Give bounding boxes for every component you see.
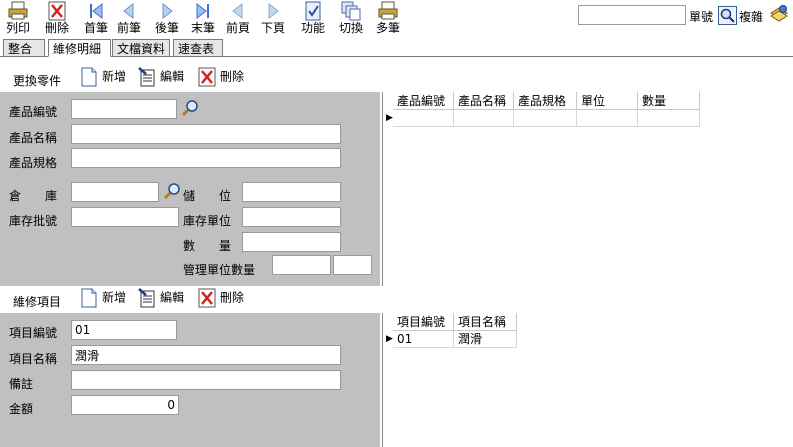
edit-icon (138, 288, 155, 308)
first-record-icon (90, 2, 103, 20)
batch-no-label: 庫存批號 (9, 214, 58, 228)
location-label: 儲 位 (183, 189, 232, 203)
item-name-label: 項目名稱 (9, 352, 58, 366)
remark-label: 備註 (9, 377, 34, 391)
current-row-marker-icon: ▶ (386, 113, 393, 123)
switch-button[interactable]: 切換 (337, 1, 365, 39)
copy-icon[interactable] (768, 3, 790, 25)
mgmt-unit-input[interactable] (333, 255, 372, 275)
warehouse-input[interactable] (71, 182, 159, 202)
product-lookup-icon[interactable] (180, 98, 200, 118)
parts-form-panel: 產品編號 產品名稱 產品規格 倉 庫 儲 位 庫存批號 庫存單位 數 量 管理單… (0, 92, 380, 286)
item-no-input[interactable] (71, 320, 177, 340)
items-section-title: 維修項目 (13, 295, 62, 309)
new-document-icon (81, 288, 97, 308)
function-icon (305, 1, 321, 21)
switch-icon (341, 1, 361, 21)
multi-record-icon (378, 1, 398, 20)
grid-cell[interactable]: 01 (393, 331, 454, 348)
mgmt-qty-input[interactable] (272, 255, 331, 275)
parts-section-title: 更換零件 (13, 74, 62, 88)
delete-icon (198, 67, 216, 87)
parts-edit-button[interactable]: 編輯 (138, 67, 184, 87)
prev-record-button[interactable]: 前筆 (115, 1, 143, 39)
next-record-button[interactable]: 後筆 (153, 1, 181, 39)
grid-cell[interactable] (638, 110, 700, 127)
grid-cell[interactable] (454, 110, 514, 127)
warehouse-label: 倉 庫 (9, 189, 58, 203)
print-icon (8, 1, 28, 20)
first-record-button[interactable]: 首筆 (82, 1, 110, 39)
prev-page-button[interactable]: 前頁 (224, 1, 252, 39)
grid-cell[interactable]: 潤滑 (454, 331, 517, 348)
next-page-button[interactable]: 下頁 (259, 1, 287, 39)
doc-search-input[interactable] (578, 5, 686, 25)
parts-grid[interactable]: 產品編號 產品名稱 產品規格 單位 數量 ▶ (382, 92, 793, 286)
next-record-icon (162, 2, 173, 20)
next-page-icon (268, 2, 279, 20)
items-toolbar: 維修項目 新增 編輯 刪除 (0, 286, 793, 314)
items-edit-button[interactable]: 編輯 (138, 288, 184, 308)
grid-header[interactable]: 項目名稱 (454, 313, 517, 331)
current-row-marker-icon: ▶ (386, 334, 393, 344)
product-spec-input[interactable] (71, 148, 341, 168)
function-button[interactable]: 功能 (299, 1, 327, 39)
product-spec-label: 產品規格 (9, 156, 58, 170)
product-no-label: 產品編號 (9, 105, 58, 119)
quantity-input[interactable] (242, 232, 341, 252)
grid-header[interactable]: 產品名稱 (454, 92, 514, 110)
item-no-label: 項目編號 (9, 326, 58, 340)
mgmt-qty-label: 管理單位數量 (183, 263, 256, 277)
grid-header[interactable]: 項目編號 (393, 313, 454, 331)
search-icon[interactable] (718, 6, 737, 25)
items-new-button[interactable]: 新增 (80, 288, 126, 308)
new-document-icon (81, 67, 97, 87)
grid-cell[interactable] (577, 110, 638, 127)
print-button[interactable]: 列印 (4, 1, 32, 39)
item-name-input[interactable] (71, 345, 341, 365)
product-no-input[interactable] (71, 99, 177, 119)
grid-cell[interactable] (514, 110, 577, 127)
doc-no-label: 單號 (689, 10, 714, 24)
quantity-label: 數 量 (183, 239, 232, 253)
warehouse-lookup-icon[interactable] (162, 181, 182, 201)
parts-delete-button[interactable]: 刪除 (198, 67, 244, 87)
grid-header[interactable]: 單位 (577, 92, 638, 110)
tab-quick-lookup[interactable]: 速查表 (173, 39, 223, 57)
amount-label: 金額 (9, 402, 34, 416)
copy-label: 複雜 (739, 10, 764, 24)
prev-page-icon (232, 2, 243, 20)
grid-header[interactable]: 產品規格 (514, 92, 577, 110)
amount-input[interactable] (71, 395, 179, 415)
delete-icon (198, 288, 216, 308)
items-grid[interactable]: 項目編號 項目名稱 ▶ 01 潤滑 (382, 313, 793, 447)
multi-record-button[interactable]: 多筆 (374, 1, 402, 39)
remark-input[interactable] (71, 370, 341, 390)
grid-header[interactable]: 產品編號 (393, 92, 454, 110)
product-name-label: 產品名稱 (9, 131, 58, 145)
tab-repair-detail[interactable]: 維修明細 (48, 39, 111, 57)
items-delete-button[interactable]: 刪除 (198, 288, 244, 308)
grid-cell[interactable] (393, 110, 454, 127)
tab-document[interactable]: 文檔資料 (112, 39, 170, 57)
items-form-panel: 項目編號 項目名稱 備註 金額 (0, 313, 380, 447)
stock-unit-input[interactable] (242, 207, 341, 227)
batch-no-input[interactable] (71, 207, 179, 227)
parts-toolbar: 更換零件 新增 編輯 刪除 (0, 64, 793, 92)
stock-unit-label: 庫存單位 (183, 214, 232, 228)
grid-header[interactable]: 數量 (638, 92, 700, 110)
location-input[interactable] (242, 182, 341, 202)
product-name-input[interactable] (71, 124, 341, 144)
delete-button[interactable]: 刪除 (43, 1, 71, 39)
prev-record-icon (123, 2, 134, 20)
parts-new-button[interactable]: 新增 (80, 67, 126, 87)
last-record-button[interactable]: 末筆 (189, 1, 217, 39)
delete-icon (48, 1, 66, 21)
edit-icon (138, 67, 155, 87)
tab-integrate[interactable]: 整合 (3, 39, 45, 57)
last-record-icon (196, 2, 209, 20)
